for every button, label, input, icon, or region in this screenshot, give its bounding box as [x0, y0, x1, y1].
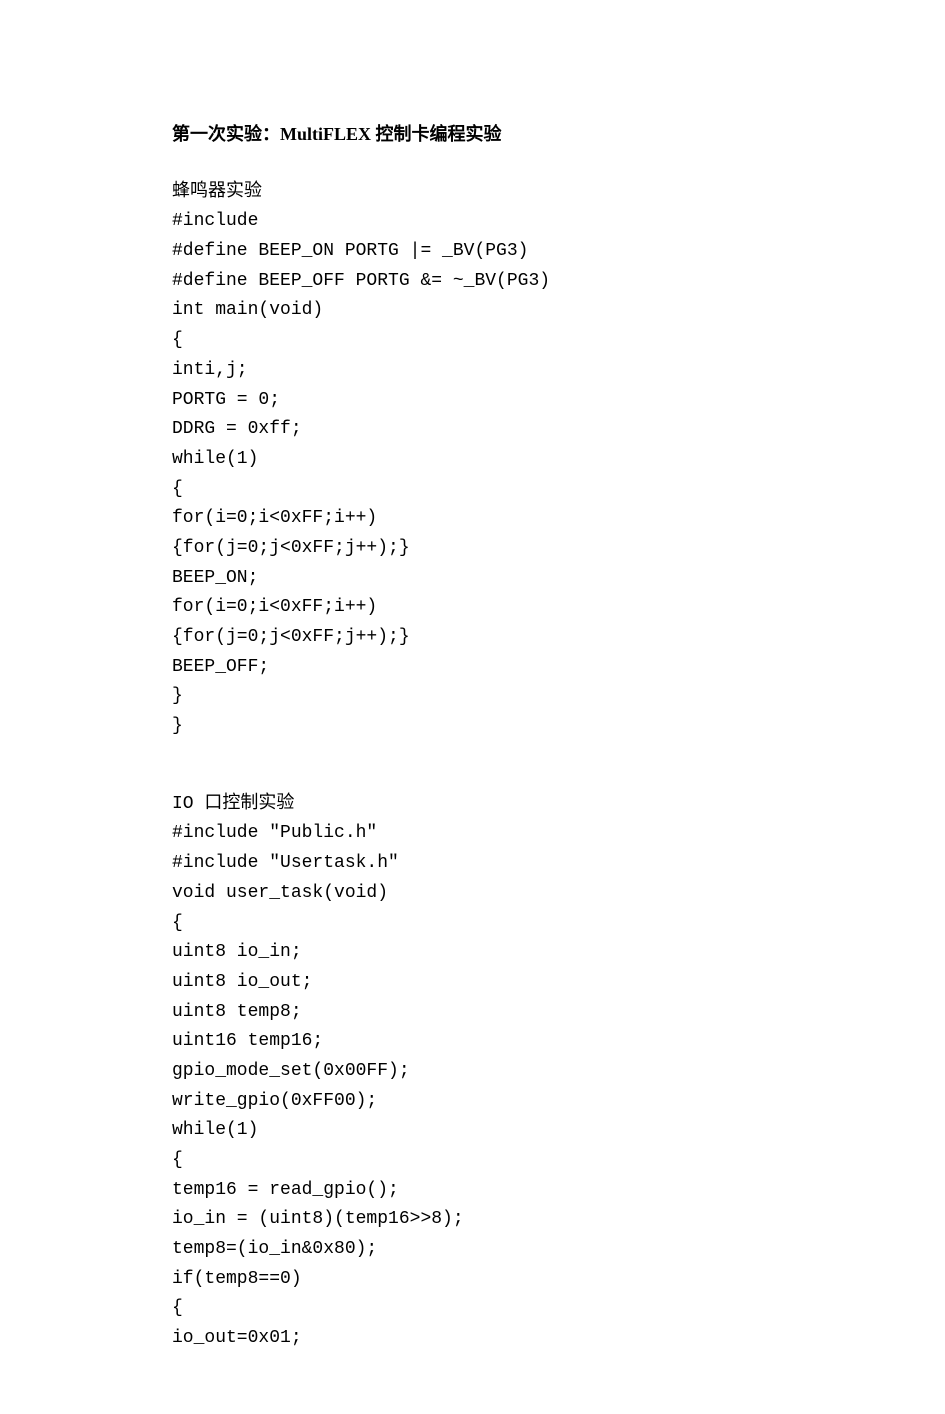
- code-line: #define BEEP_OFF PORTG &= ~_BV(PG3): [172, 267, 773, 297]
- code-line: uint16 temp16;: [172, 1027, 773, 1057]
- code-line: uint8 io_out;: [172, 968, 773, 998]
- section-sub1: 蜂鸣器实验: [172, 178, 773, 208]
- code-block-1: #include#define BEEP_ON PORTG |= _BV(PG3…: [172, 207, 773, 741]
- code-line: for(i=0;i<0xFF;i++): [172, 504, 773, 534]
- code-line: io_in = (uint8)(temp16>>8);: [172, 1205, 773, 1235]
- code-line: {: [172, 1146, 773, 1176]
- code-line: while(1): [172, 1116, 773, 1146]
- code-line: temp8=(io_in&0x80);: [172, 1235, 773, 1265]
- code-line: void user_task(void): [172, 879, 773, 909]
- code-line: inti,j;: [172, 356, 773, 386]
- heading-title: 第一次实验：MultiFLEX 控制卡编程实验: [172, 120, 773, 150]
- code-line: int main(void): [172, 296, 773, 326]
- code-line: PORTG = 0;: [172, 386, 773, 416]
- code-line: for(i=0;i<0xFF;i++): [172, 593, 773, 623]
- code-line: #include "Usertask.h": [172, 849, 773, 879]
- code-line: DDRG = 0xff;: [172, 415, 773, 445]
- code-line: #include: [172, 207, 773, 237]
- code-line: }: [172, 712, 773, 742]
- code-line: #include "Public.h": [172, 819, 773, 849]
- document-page: 第一次实验：MultiFLEX 控制卡编程实验 蜂鸣器实验 #include#d…: [0, 0, 945, 1414]
- code-line: gpio_mode_set(0x00FF);: [172, 1057, 773, 1087]
- section-sub2: IO 口控制实验: [172, 790, 773, 820]
- code-line: {for(j=0;j<0xFF;j++);}: [172, 534, 773, 564]
- code-line: io_out=0x01;: [172, 1324, 773, 1354]
- code-line: write_gpio(0xFF00);: [172, 1087, 773, 1117]
- code-line: BEEP_ON;: [172, 564, 773, 594]
- code-line: {for(j=0;j<0xFF;j++);}: [172, 623, 773, 653]
- code-line: uint8 temp8;: [172, 998, 773, 1028]
- code-line: BEEP_OFF;: [172, 653, 773, 683]
- code-line: temp16 = read_gpio();: [172, 1176, 773, 1206]
- code-line: {: [172, 1294, 773, 1324]
- code-line: }: [172, 682, 773, 712]
- code-line: uint8 io_in;: [172, 938, 773, 968]
- code-block-2: #include "Public.h"#include "Usertask.h"…: [172, 819, 773, 1353]
- code-line: {: [172, 475, 773, 505]
- code-line: if(temp8==0): [172, 1265, 773, 1295]
- code-line: #define BEEP_ON PORTG |= _BV(PG3): [172, 237, 773, 267]
- code-line: {: [172, 909, 773, 939]
- code-line: while(1): [172, 445, 773, 475]
- code-line: {: [172, 326, 773, 356]
